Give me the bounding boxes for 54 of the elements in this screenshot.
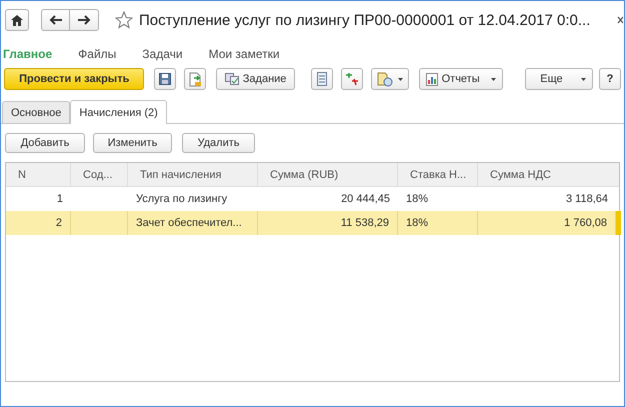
table-cell: Зачет обеспечител... [128,211,258,235]
report-chart-icon [426,72,438,86]
home-button[interactable] [5,9,29,31]
table-row[interactable]: 1 Услуга по лизингу 20 444,45 18% 3 118,64 [6,187,619,211]
list-icon [316,72,327,86]
post-and-close-button[interactable]: Провести и закрыть [4,68,144,90]
table-cell-text: 1 [56,192,64,207]
document-arrow-icon [188,72,202,86]
table-action-button[interactable]: Добавить [5,133,85,153]
save-button[interactable] [154,68,176,90]
caret-icon [398,78,403,80]
debit-credit-icon [344,72,359,86]
caret-icon [491,78,496,80]
forward-arrow-icon [78,15,90,25]
task-icon [224,73,239,85]
task-button[interactable]: Задание [216,68,295,90]
table-cell-text: Услуга по лизингу [135,192,228,207]
column-header[interactable]: Сумма (RUB) [258,163,398,186]
table-cell-text: 18% [405,192,430,207]
table-action-button[interactable]: Удалить [182,133,255,153]
back-button[interactable] [41,9,70,31]
forward-button[interactable] [70,9,99,31]
column-header[interactable]: Сод... [71,163,128,186]
print-menu-button[interactable] [370,68,409,90]
debit-credit-button[interactable] [340,68,363,90]
post-button[interactable] [184,68,206,90]
list-button[interactable] [310,68,333,90]
back-arrow-icon [49,15,62,25]
tab[interactable]: Основное [2,101,70,123]
column-header[interactable]: Тип начисления [128,163,258,186]
help-button[interactable]: ? [599,68,621,90]
star-icon[interactable] [115,11,133,29]
section-link[interactable]: Задачи [142,43,183,65]
section-link[interactable]: Мои заметки [208,43,280,65]
caret-icon [581,78,586,80]
more-button[interactable]: Еще [525,68,594,90]
table-row[interactable]: 2 Зачет обеспечител... 11 538,29 18% 1 760,08 [6,211,619,235]
selection-marker [616,211,621,235]
column-header[interactable]: Сумма НДС [478,163,616,186]
tab[interactable]: Начисления (2) [70,100,167,124]
section-link[interactable]: Файлы [78,43,116,65]
table-cell: 18% [398,211,478,235]
table-cell-text: 20 444,45 [340,192,391,207]
window-title: Поступление услуг по лизингу ПР00-0000001 от 12.04.2017 0:0... [139,12,592,28]
table-cell-text: 3 118,64 [564,192,609,207]
home-icon [11,14,23,26]
document-clock-icon [376,72,393,86]
reports-button[interactable]: Отчеты [418,68,504,90]
table-cell: 11 538,29 [258,211,398,235]
close-icon[interactable] [617,15,623,25]
table-cell: 2 [6,211,71,235]
column-header[interactable]: Ставка Н... [398,163,478,186]
column-header[interactable]: N [6,163,71,186]
table-action-button[interactable]: Изменить [93,133,172,153]
